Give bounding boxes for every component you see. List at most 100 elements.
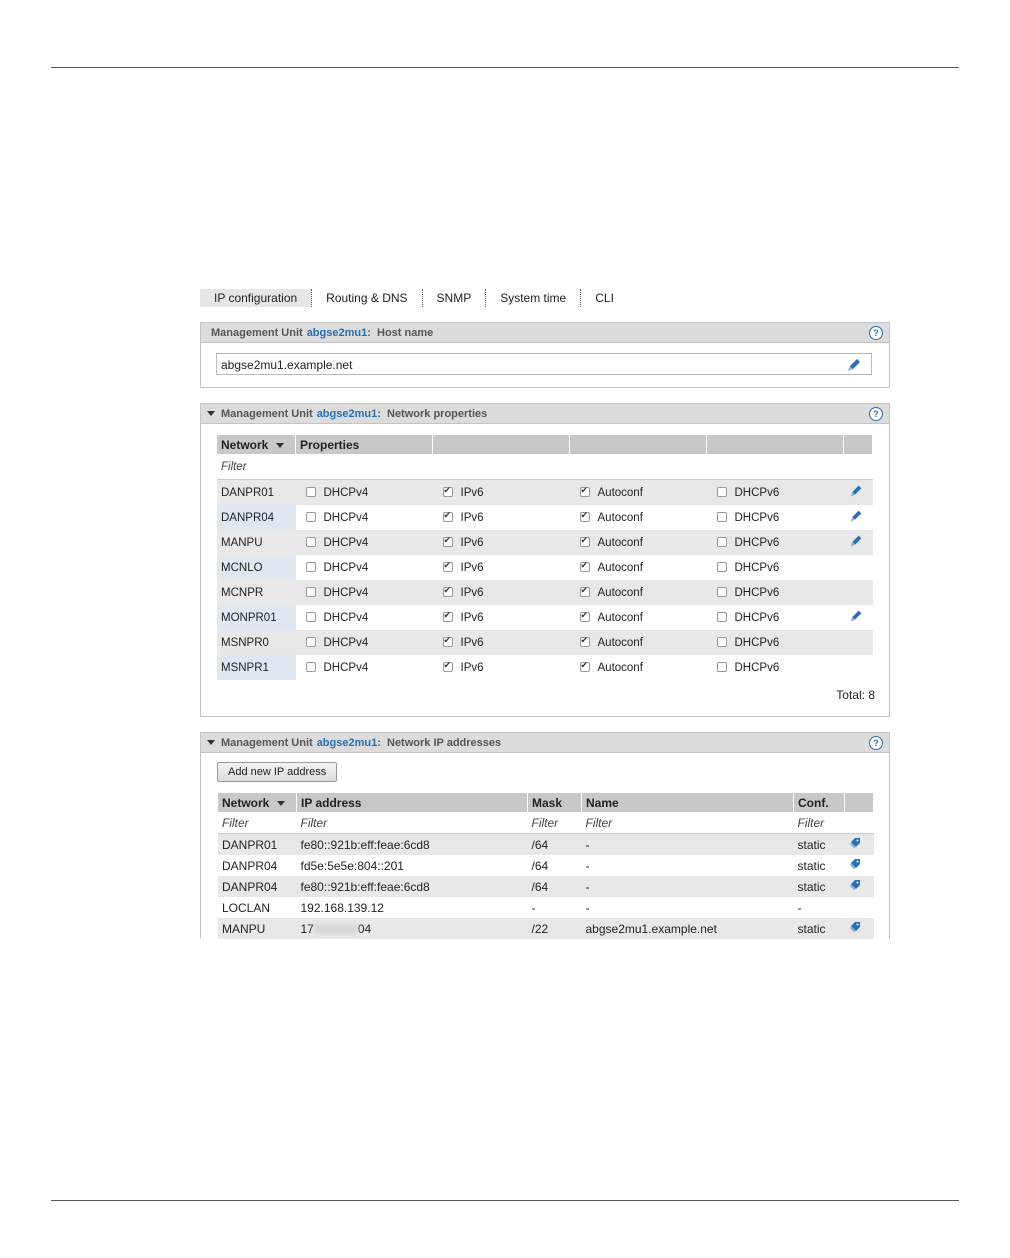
column-header-blank [843, 435, 873, 454]
edit-pencil-icon[interactable] [845, 357, 863, 373]
help-icon[interactable]: ? [869, 407, 883, 421]
panel-title-suffix: : Network properties [377, 407, 488, 420]
column-header-properties[interactable]: Properties [295, 435, 433, 454]
ipv6-checkbox[interactable] [442, 635, 453, 648]
column-header-network[interactable]: Network [217, 435, 296, 454]
table-row: MCNLO DHCPv4 IPv6 Autoconf DHCPv6 [217, 555, 873, 580]
panel-title-prefix: Management Unit [221, 736, 313, 749]
dhcpv6-checkbox[interactable] [716, 587, 727, 598]
column-header-label: Network [222, 795, 270, 810]
sort-down-icon[interactable] [276, 442, 285, 448]
edit-cell [844, 655, 873, 680]
autoconf-checkbox[interactable] [579, 485, 590, 498]
edit-cell [844, 505, 873, 530]
property-cell-dhcpv4: DHCPv4 [296, 605, 433, 630]
name-cell: - [585, 900, 590, 915]
edit-cell [843, 630, 873, 655]
column-header-conf[interactable]: Conf. [793, 793, 845, 812]
dhcpv4-checkbox[interactable] [305, 537, 316, 548]
edit-pencil-icon[interactable] [848, 483, 866, 499]
tab-bar: IP configuration Routing & DNS SNMP Syst… [200, 289, 628, 307]
help-icon[interactable]: ? [869, 736, 883, 750]
ipv6-checkbox[interactable] [442, 585, 453, 598]
help-icon[interactable]: ? [869, 326, 883, 340]
edit-cell [845, 855, 874, 876]
edit-cell [844, 918, 874, 939]
ipv6-checkbox[interactable] [442, 560, 453, 573]
dhcpv6-checkbox[interactable] [716, 637, 727, 648]
name-cell: - [585, 858, 590, 873]
filter-input[interactable]: Filter [527, 812, 582, 834]
tab-ip-configuration[interactable]: IP configuration [200, 289, 313, 307]
dhcpv4-checkbox[interactable] [305, 487, 316, 498]
collapse-arrow-icon[interactable] [207, 740, 215, 745]
ip-address-cell: 17 04 [296, 918, 528, 939]
property-label: DHCPv4 [323, 486, 369, 499]
ipv6-checkbox[interactable] [442, 485, 453, 498]
network-properties-panel-header[interactable]: Management Unit abgse2mu1 : Network prop… [201, 404, 889, 424]
dhcpv4-checkbox[interactable] [305, 562, 316, 573]
tab-cli[interactable]: CLI [581, 289, 628, 307]
dhcpv4-checkbox[interactable] [305, 587, 316, 598]
ipv6-checkbox[interactable] [442, 660, 453, 673]
column-header-mask[interactable]: Mask [527, 793, 582, 812]
tab-routing-dns[interactable]: Routing & DNS [312, 289, 423, 307]
column-header-network[interactable]: Network [218, 793, 297, 812]
name-cell: abgse2mu1.example.net [581, 918, 794, 939]
tab-snmp[interactable]: SNMP [423, 289, 487, 307]
edit-tag-icon[interactable] [849, 879, 861, 891]
column-header-name[interactable]: Name [581, 793, 794, 812]
network-ip-addresses-panel-header[interactable]: Management Unit abgse2mu1 : Network IP a… [201, 733, 889, 753]
host-name-field[interactable]: abgse2mu1.example.net [216, 353, 872, 375]
edit-pencil-icon[interactable] [848, 508, 866, 524]
dhcpv4-checkbox[interactable] [305, 662, 316, 673]
dhcpv6-checkbox[interactable] [716, 562, 727, 573]
filter-input[interactable]: Filter [217, 454, 873, 480]
autoconf-checkbox[interactable] [579, 535, 590, 548]
add-ip-address-button[interactable]: Add new IP address [217, 762, 338, 782]
property-label: DHCPv4 [323, 636, 369, 649]
edit-pencil-icon[interactable] [848, 608, 866, 624]
edit-tag-icon[interactable] [849, 858, 861, 870]
autoconf-checkbox[interactable] [579, 610, 590, 623]
property-label: DHCPv4 [323, 511, 369, 524]
column-header-ip-address[interactable]: IP address [296, 793, 528, 812]
collapse-arrow-icon[interactable] [207, 411, 215, 416]
conf-cell: static [793, 876, 845, 897]
autoconf-checkbox[interactable] [579, 660, 590, 673]
ipv6-checkbox[interactable] [442, 610, 453, 623]
edit-cell [843, 530, 873, 555]
filter-input[interactable]: Filter [218, 812, 297, 834]
dhcpv4-checkbox[interactable] [305, 612, 316, 623]
column-header-label: Properties [300, 437, 360, 452]
network-cell: DANPR01 [218, 833, 297, 855]
edit-cell [843, 580, 873, 605]
edit-pencil-icon[interactable] [848, 533, 866, 549]
dhcpv6-checkbox[interactable] [716, 512, 727, 523]
dhcpv4-checkbox[interactable] [305, 637, 316, 648]
autoconf-checkbox[interactable] [579, 635, 590, 648]
tab-system-time[interactable]: System time [486, 289, 582, 307]
dhcpv4-checkbox[interactable] [305, 512, 316, 523]
property-cell-dhcpv6: DHCPv6 [706, 630, 844, 655]
filter-input[interactable]: Filter [296, 812, 528, 834]
dhcpv6-checkbox[interactable] [716, 612, 727, 623]
filter-input[interactable]: Filter [581, 812, 794, 834]
filter-input[interactable]: Filter [793, 812, 845, 834]
edit-tag-icon[interactable] [849, 921, 861, 933]
sort-down-icon[interactable] [277, 800, 286, 806]
column-header-blank [706, 435, 844, 454]
property-label: IPv6 [460, 511, 484, 524]
dhcpv6-checkbox[interactable] [716, 487, 727, 498]
dhcpv6-checkbox[interactable] [716, 537, 727, 548]
autoconf-checkbox[interactable] [579, 585, 590, 598]
dhcpv6-checkbox[interactable] [716, 662, 727, 673]
ipv6-checkbox[interactable] [442, 510, 453, 523]
autoconf-checkbox[interactable] [579, 510, 590, 523]
edit-tag-icon[interactable] [849, 837, 861, 849]
property-cell-dhcpv6: DHCPv6 [707, 505, 844, 530]
property-label: IPv6 [460, 636, 484, 649]
ipv6-checkbox[interactable] [442, 535, 453, 548]
column-header-blank [844, 793, 874, 812]
autoconf-checkbox[interactable] [579, 560, 590, 573]
